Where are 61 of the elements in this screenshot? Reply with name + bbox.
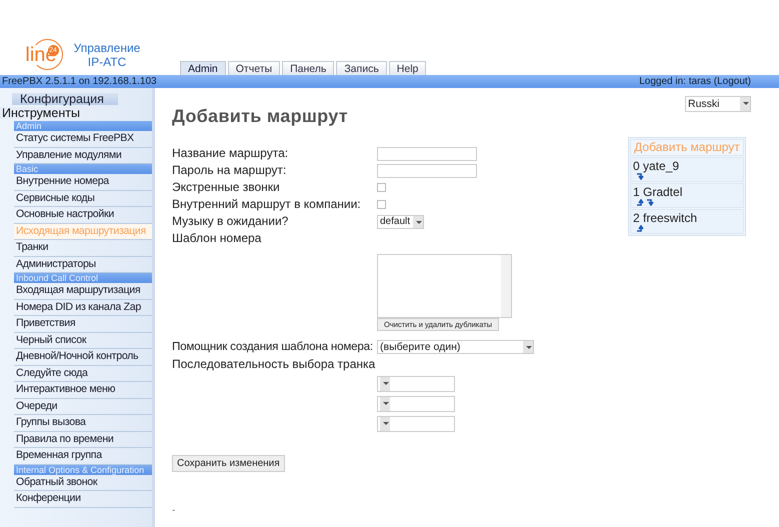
sidebar-mode-tab[interactable]: Конфигурация [12, 93, 118, 105]
sidebar-item[interactable]: Очереди [14, 398, 152, 415]
trunk-select[interactable] [377, 376, 455, 392]
sidebar-item[interactable]: Внутренние номера [14, 174, 152, 190]
field-label: Помощник создания шаблона номера: [172, 339, 374, 354]
checkbox[interactable] [377, 183, 386, 192]
input-field[interactable] [377, 146, 477, 160]
sidebar-item[interactable]: Конференции [14, 491, 152, 508]
field-label: Шаблон номера [172, 231, 262, 246]
sidebar-section-header: Basic [14, 164, 152, 174]
login-status: Logged in: taras (Logout) [639, 75, 751, 88]
sidebar-item[interactable]: Транки [14, 240, 152, 256]
trunk-select[interactable] [377, 396, 455, 412]
pattern-helper-select[interactable]: (выберите один) [377, 340, 534, 354]
music-select[interactable]: default [377, 214, 424, 228]
nav-tab[interactable]: Запись [336, 61, 387, 75]
move-down-icon[interactable] [646, 199, 655, 206]
route-name: 0 yate_9 [633, 160, 680, 173]
sidebar-item[interactable]: Правила по времени [14, 432, 152, 448]
route-item[interactable]: 0 yate_9 [630, 157, 744, 182]
nav-tab[interactable]: Admin [180, 61, 226, 75]
input-field[interactable] [377, 164, 477, 178]
footer-mark: - [172, 505, 176, 516]
sidebar-item[interactable]: Черный список [14, 332, 152, 349]
route-name: 2 freeswitch [633, 212, 698, 225]
field-label: Экстренные звонки [172, 180, 281, 195]
route-name: 1 Gradtel [633, 186, 684, 199]
sidebar-item[interactable]: Следуйте сюда [14, 366, 152, 382]
page-title: Добавить маршрут [172, 106, 349, 127]
sidebar-item[interactable]: Номера DID из канала Zap [14, 300, 152, 316]
trunk-select[interactable] [377, 416, 455, 432]
sidebar-item[interactable]: Статус системы FreePBX [14, 131, 152, 148]
field-label: Последовательность выбора транка [172, 357, 376, 372]
sidebar-item[interactable]: Приветствия [14, 316, 152, 332]
move-up-icon[interactable] [636, 199, 645, 206]
sidebar-section-header: Admin [14, 121, 152, 131]
field-label: Название маршрута: [172, 146, 290, 161]
move-up-icon[interactable] [636, 225, 645, 232]
logo-caption: Управление IP-АТС [72, 41, 142, 69]
route-item[interactable]: 1 Gradtel [630, 183, 744, 208]
field-label: Внутренний маршрут в компании: [172, 197, 362, 212]
checkbox[interactable] [377, 200, 386, 209]
sidebar-item[interactable]: Обратный звонок [14, 474, 152, 491]
sidebar-item[interactable]: Входящая маршрутизация [14, 283, 152, 300]
text-area[interactable] [377, 254, 512, 318]
sidebar-item[interactable]: Интерактивное меню [14, 382, 152, 398]
sidebar-section-header: Inbound Call Control [14, 273, 152, 283]
save-button[interactable]: Сохранить изменения [172, 455, 285, 472]
sidebar-section-header: Internal Options & Configuration [14, 464, 152, 474]
nav-tab[interactable]: Отчеты [228, 61, 280, 75]
sidebar-item[interactable]: Группы вызова [14, 415, 152, 432]
route-item[interactable]: 2 freeswitch [630, 209, 744, 234]
field-label: Музыку в ожидании? [172, 214, 290, 229]
move-down-icon[interactable] [636, 173, 645, 180]
version-text: FreePBX 2.5.1.1 on 192.168.1.103 [2, 75, 157, 88]
language-select[interactable]: Russki [685, 96, 751, 112]
sidebar-item[interactable]: Сервисные коды [14, 190, 152, 207]
sidebar-item[interactable]: Дневной/Ночной контроль [14, 349, 152, 366]
field-label: Пароль на маршрут: [172, 163, 288, 178]
nav-tab[interactable]: Help [388, 61, 426, 75]
nav-tab[interactable]: Панель [282, 61, 334, 75]
